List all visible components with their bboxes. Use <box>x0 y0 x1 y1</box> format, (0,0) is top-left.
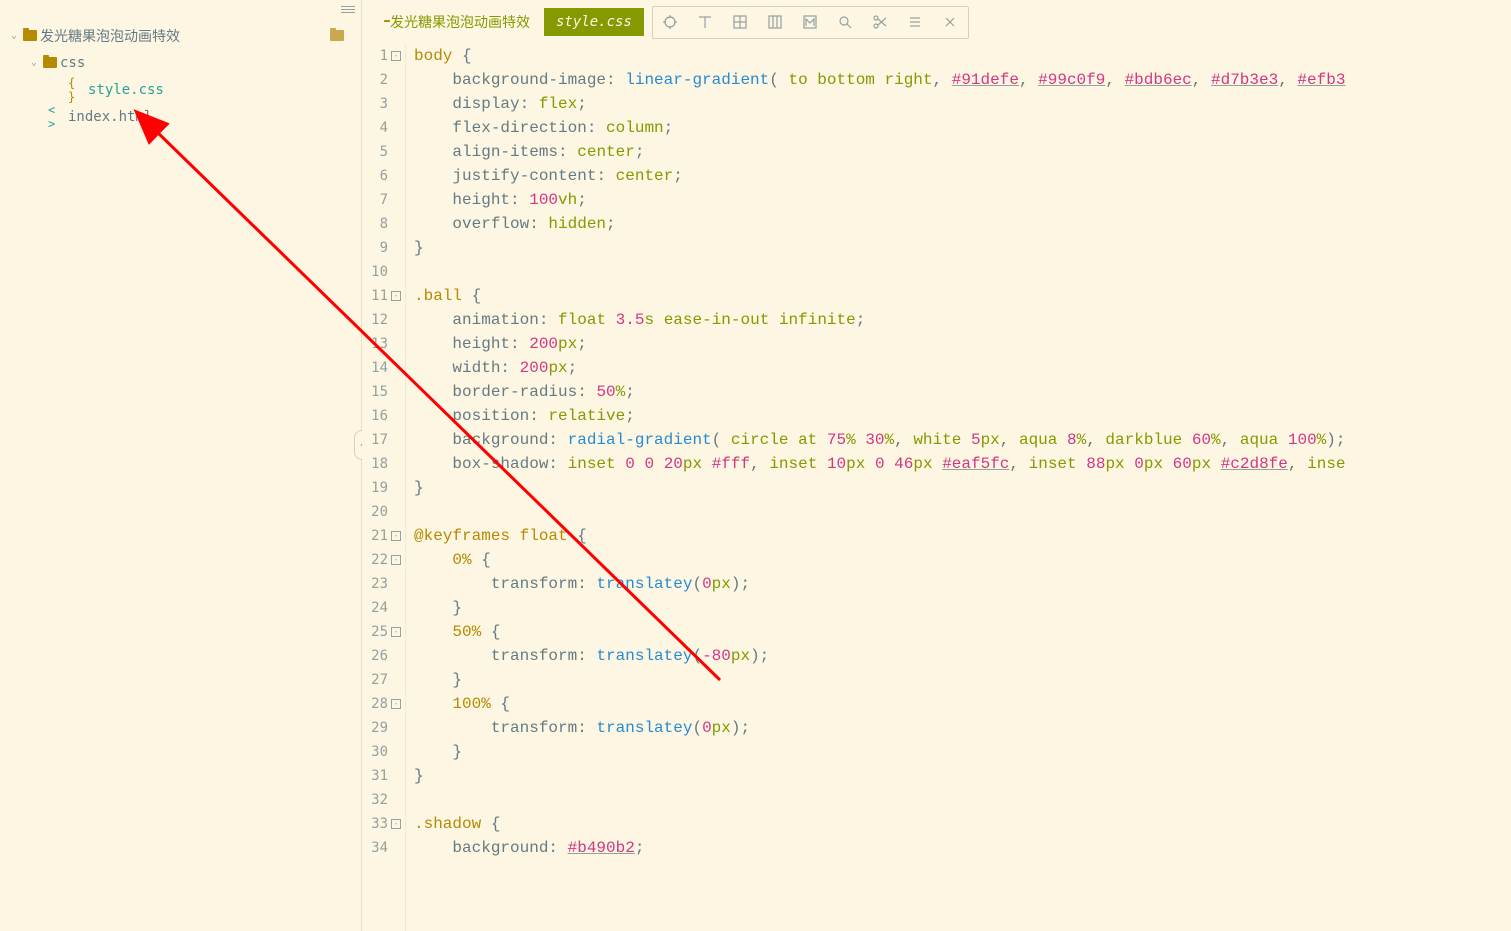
tree-file-style-css-label: style.css <box>88 82 361 98</box>
m-icon[interactable] <box>793 7 828 38</box>
editor-main: ‹ 发光糖果泡泡动画特效 style.css <box>362 0 1511 931</box>
scissors-icon[interactable] <box>863 7 898 38</box>
code-editor[interactable]: 1-234567891011-12131415161718192021-22-2… <box>362 44 1511 931</box>
tab-active-label: style.css <box>556 14 632 30</box>
search-icon[interactable] <box>828 7 863 38</box>
tree-file-style-css[interactable]: { } style.css <box>0 76 361 103</box>
folder-icon <box>40 57 60 68</box>
target-icon[interactable] <box>653 7 688 38</box>
tab-folder[interactable]: 发光糖果泡泡动画特效 <box>370 0 544 44</box>
tab-bar: 发光糖果泡泡动画特效 style.css <box>362 0 1511 44</box>
tree-folder-css[interactable]: ⌄ css <box>0 49 361 76</box>
tree-folder-css-label: css <box>60 55 361 71</box>
tree-file-index-html-label: index.html <box>68 109 361 125</box>
menu-icon[interactable] <box>898 7 933 38</box>
file-tree: ⌄ 发光糖果泡泡动画特效 ⌄ css { } style.css < > ind… <box>0 18 361 130</box>
chevron-down-icon: ⌄ <box>8 30 20 41</box>
columns-icon[interactable] <box>758 7 793 38</box>
gutter: 1-234567891011-12131415161718192021-22-2… <box>362 44 406 931</box>
code-content[interactable]: body { background-image: linear-gradient… <box>406 44 1511 931</box>
sidebar-menu-icon[interactable] <box>341 6 355 13</box>
css-file-icon: { } <box>68 76 88 104</box>
t-icon[interactable] <box>688 7 723 38</box>
chevron-down-icon: ⌄ <box>28 57 40 68</box>
grid4-icon[interactable] <box>723 7 758 38</box>
tree-file-index-html[interactable]: < > index.html <box>0 103 361 130</box>
file-explorer-sidebar: ⌄ 发光糖果泡泡动画特效 ⌄ css { } style.css < > ind… <box>0 0 362 931</box>
tab-folder-label: 发光糖果泡泡动画特效 <box>390 12 530 32</box>
html-file-icon: < > <box>48 103 68 131</box>
folder-icon <box>327 30 347 41</box>
tree-root-label: 发光糖果泡泡动画特效 <box>40 26 327 46</box>
editor-toolbar <box>652 6 969 39</box>
folder-icon <box>20 30 40 41</box>
close-icon[interactable] <box>933 7 968 38</box>
tab-style-css[interactable]: style.css <box>544 8 644 36</box>
tree-root-folder[interactable]: ⌄ 发光糖果泡泡动画特效 <box>0 22 361 49</box>
